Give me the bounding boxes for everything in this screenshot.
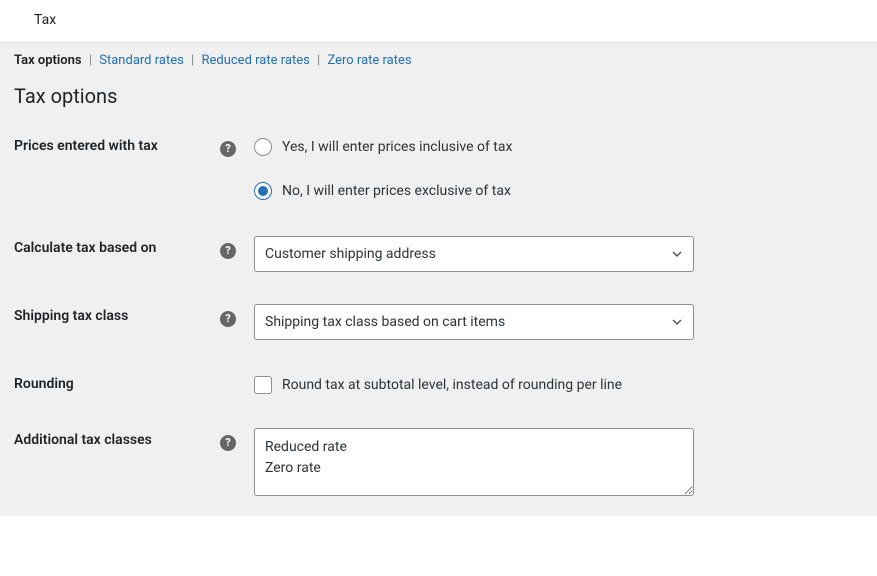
page-title: Tax — [34, 12, 56, 28]
label-shipping-tax-class: Shipping tax class — [0, 288, 220, 356]
chevron-down-icon — [671, 248, 683, 260]
help-icon[interactable]: ? — [220, 435, 236, 451]
subnav-zero-rate-rates[interactable]: Zero rate rates — [327, 53, 411, 68]
textarea-additional-tax-classes[interactable] — [254, 428, 694, 496]
checkbox-rounding[interactable]: Round tax at subtotal level, instead of … — [254, 372, 837, 394]
radio-label: No, I will enter prices exclusive of tax — [282, 183, 511, 199]
help-icon[interactable]: ? — [220, 243, 236, 259]
header: Tax — [0, 0, 877, 43]
help-icon[interactable]: ? — [220, 311, 236, 327]
label-prices-with-tax: Prices entered with tax — [0, 118, 220, 220]
select-calculate-tax-based-on[interactable]: Customer shipping address — [254, 236, 694, 272]
checkbox-icon — [254, 376, 272, 394]
select-shipping-tax-class[interactable]: Shipping tax class based on cart items — [254, 304, 694, 340]
radio-prices-inclusive[interactable]: Yes, I will enter prices inclusive of ta… — [254, 134, 837, 160]
label-rounding: Rounding — [0, 356, 220, 412]
settings-body: Tax options | Standard rates | Reduced r… — [0, 43, 877, 516]
subnav-separator: | — [317, 53, 320, 68]
subnav-active: Tax options — [14, 53, 82, 68]
help-icon[interactable]: ? — [220, 141, 236, 157]
subnav: Tax options | Standard rates | Reduced r… — [0, 43, 877, 78]
radio-icon — [254, 182, 272, 200]
label-additional-tax-classes: Additional tax classes — [0, 412, 220, 516]
subnav-separator: | — [89, 53, 92, 68]
subnav-standard-rates[interactable]: Standard rates — [99, 53, 184, 68]
radio-icon — [254, 138, 272, 156]
checkbox-label: Round tax at subtotal level, instead of … — [282, 377, 622, 393]
section-title: Tax options — [0, 78, 877, 118]
settings-form-table: Prices entered with tax ? Yes, I will en… — [0, 118, 877, 516]
label-calculate-tax-based-on: Calculate tax based on — [0, 220, 220, 288]
subnav-separator: | — [191, 53, 194, 68]
radio-prices-exclusive[interactable]: No, I will enter prices exclusive of tax — [254, 178, 837, 204]
select-value: Customer shipping address — [265, 246, 436, 262]
select-value: Shipping tax class based on cart items — [265, 314, 505, 330]
radio-label: Yes, I will enter prices inclusive of ta… — [282, 139, 512, 155]
subnav-reduced-rate-rates[interactable]: Reduced rate rates — [201, 53, 309, 68]
chevron-down-icon — [671, 316, 683, 328]
